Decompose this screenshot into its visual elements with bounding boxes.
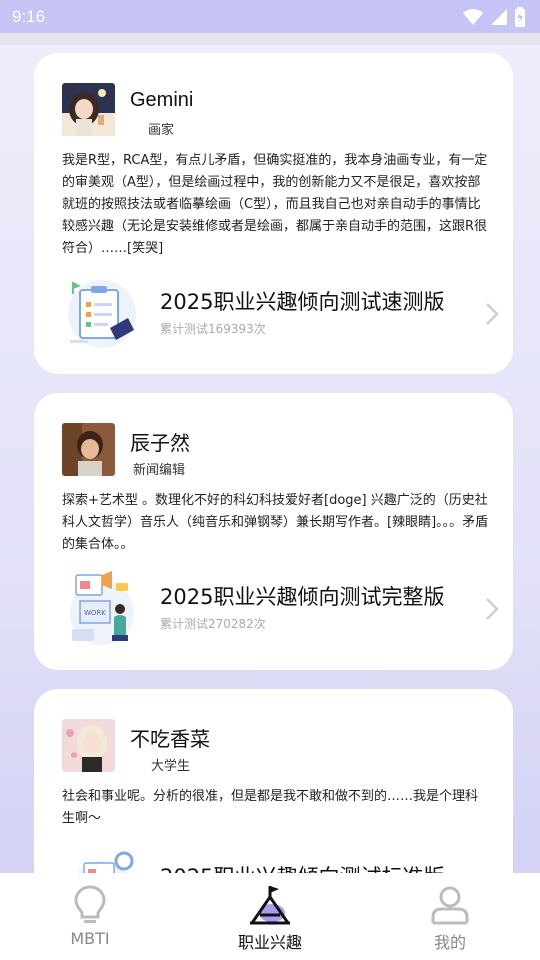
signal-icon <box>491 8 507 25</box>
review-card: 辰子然 新闻编辑 探索+艺术型 。数理化不好的科幻科技爱好者[doge] 兴趣广… <box>34 393 513 670</box>
flag-mountain-icon <box>250 886 290 925</box>
review-card: Gemini 画家 我是R型，RCA型，有点儿矛盾，但确实挺准的，我本身油画专业… <box>34 53 513 374</box>
person-icon <box>431 886 469 925</box>
svg-text:WORK: WORK <box>84 609 106 617</box>
work-illustration-icon: WORK <box>70 571 134 645</box>
chevron-right-icon <box>486 598 499 620</box>
test-count: 累计测试270282次 <box>160 617 266 631</box>
tab-label: MBTI <box>70 929 110 948</box>
test-count: 累计测试169393次 <box>160 322 266 336</box>
avatar <box>62 719 115 772</box>
review-text: 我是R型，RCA型，有点儿矛盾，但确实挺准的，我本身油画专业，有一定的审美观（A… <box>62 153 488 256</box>
tab-profile[interactable]: 我的 <box>360 873 540 960</box>
review-card: 不吃香菜 大学生 社会和事业呢。分析的很准，但是都是我不敢和做不到的……我是个理… <box>34 689 513 873</box>
tab-mbti[interactable]: MBTI <box>0 873 180 960</box>
review-text: 社会和事业呢。分析的很准，但是都是我不敢和做不到的……我是个理科生啊～ <box>62 789 479 826</box>
tab-career-interest[interactable]: 职业兴趣 <box>180 873 360 960</box>
test-title: 2025职业兴趣倾向测试完整版 <box>160 585 445 609</box>
user-role: 新闻编辑 <box>133 463 186 478</box>
avatar <box>62 83 115 136</box>
status-time: 9:16 <box>12 6 46 26</box>
user-name: 不吃香菜 <box>130 729 210 751</box>
test-title: 2025职业兴趣倾向测试标准版 <box>160 861 444 873</box>
status-icons <box>462 6 526 27</box>
user-name: 辰子然 <box>130 433 190 455</box>
avatar <box>62 423 115 476</box>
test-title: 2025职业兴趣倾向测试速测版 <box>160 290 445 314</box>
chevron-right-icon <box>486 303 499 325</box>
top-divider <box>0 33 540 45</box>
lightbulb-icon <box>74 885 106 923</box>
wifi-icon <box>463 8 483 25</box>
status-bar: 9:16 <box>0 0 540 33</box>
test-entry[interactable]: 2025职业兴趣倾向测试标准版 <box>62 849 502 873</box>
test-entry[interactable]: WORK 2025职业兴趣倾向测试完整版 累计测试270282次 <box>62 569 502 649</box>
review-text: 探索+艺术型 。数理化不好的科幻科技爱好者[doge] 兴趣广泛的（历史社科人文… <box>62 493 489 552</box>
user-role: 画家 <box>148 123 175 138</box>
bottom-tab-bar: MBTI 职业兴趣 我的 <box>0 873 540 960</box>
user-role: 大学生 <box>151 759 191 774</box>
clipboard-illustration-icon <box>68 280 136 348</box>
gear-illustration-icon <box>77 851 134 873</box>
tab-label: 职业兴趣 <box>237 933 302 952</box>
battery-icon <box>515 6 525 27</box>
tab-label: 我的 <box>433 933 466 952</box>
user-name: Gemini <box>130 89 194 111</box>
test-entry[interactable]: 2025职业兴趣倾向测试速测版 累计测试169393次 <box>62 274 502 354</box>
content-scroll[interactable]: Gemini 画家 我是R型，RCA型，有点儿矛盾，但确实挺准的，我本身油画专业… <box>0 45 540 873</box>
